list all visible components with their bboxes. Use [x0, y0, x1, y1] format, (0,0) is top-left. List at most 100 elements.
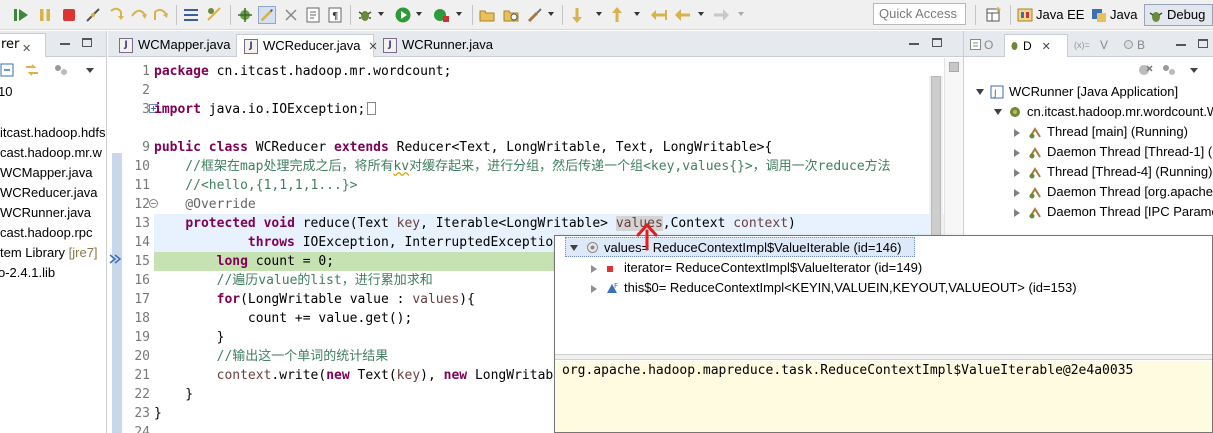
- use-step-filters-icon[interactable]: [206, 6, 224, 24]
- close-icon[interactable]: ✕: [22, 38, 31, 60]
- expand-toggle[interactable]: [1014, 149, 1020, 157]
- run-dropdown-arrow[interactable]: [416, 12, 422, 16]
- expand-toggle[interactable]: [570, 245, 578, 251]
- minimize-icon[interactable]: [1176, 44, 1186, 46]
- forward-dropdown-arrow[interactable]: [738, 12, 744, 16]
- collapse-all-icon[interactable]: [0, 63, 14, 77]
- tab-breakpoints[interactable]: B: [1119, 34, 1159, 57]
- link-with-editor-icon[interactable]: [24, 63, 40, 77]
- code-text: reduce(Text: [294, 216, 397, 231]
- back-icon[interactable]: [674, 6, 692, 24]
- close-icon[interactable]: ✕: [1042, 41, 1051, 53]
- debug-dropdown-arrow[interactable]: [378, 12, 384, 16]
- tab-wcreducer-java[interactable]: J WCReducer.java ✕: [236, 34, 378, 57]
- toggle-mark-occurrences-icon[interactable]: [258, 6, 276, 24]
- terminate-icon[interactable]: [60, 6, 78, 24]
- view-menu-dots-icon[interactable]: [54, 63, 70, 77]
- tree-item-launch[interactable]: J WCRunner [Java Application]: [976, 82, 1178, 102]
- tree-item-thread[interactable]: Thread [main] (Running): [1014, 122, 1188, 142]
- expand-toggle[interactable]: [1014, 209, 1020, 217]
- tree-item-thread[interactable]: Daemon Thread [IPC Parame: [1014, 202, 1213, 222]
- minimize-icon[interactable]: [60, 43, 70, 45]
- forward-icon[interactable]: [712, 6, 730, 24]
- maximize-icon[interactable]: [1198, 39, 1208, 48]
- popup-sash[interactable]: [555, 354, 1212, 360]
- expand-toggle[interactable]: [1014, 189, 1020, 197]
- drop-to-frame-icon[interactable]: [182, 6, 200, 24]
- tab-variables[interactable]: (x)= V: [1070, 34, 1118, 57]
- inspect-detail-pane[interactable]: org.apache.hadoop.mapreduce.task.ReduceC…: [555, 361, 1212, 432]
- next-annotation-icon[interactable]: [568, 6, 586, 24]
- open-perspective-icon[interactable]: [985, 6, 1003, 24]
- external-tools-icon[interactable]: [432, 6, 450, 24]
- tree-item-package[interactable]: itcast.hadoop.hdfs: [0, 123, 106, 143]
- view-menu-arrow[interactable]: [1190, 68, 1198, 73]
- search-brush-icon[interactable]: [526, 6, 544, 24]
- tree-item-thread[interactable]: Daemon Thread [org.apache.h: [1014, 182, 1213, 202]
- variable-row-iterator[interactable]: iterator= ReduceContextImpl$ValueIterato…: [587, 258, 922, 278]
- skip-breakpoints-icon[interactable]: [12, 6, 30, 24]
- tree-item-java-file[interactable]: WCReducer.java: [0, 183, 98, 203]
- tab-wcmapper-java[interactable]: J WCMapper.java: [112, 34, 236, 57]
- folded-code-marker[interactable]: [367, 102, 377, 115]
- search-dropdown-arrow[interactable]: [548, 12, 554, 16]
- next-annotation-dropdown-arrow[interactable]: [596, 12, 602, 16]
- tab-package-explorer[interactable]: rer ✕: [0, 33, 46, 57]
- expand-toggle[interactable]: [591, 265, 597, 273]
- tab-outline[interactable]: O: [966, 34, 1004, 57]
- current-instruction-pointer-icon: [109, 254, 122, 264]
- inspect-popup[interactable]: values= ReduceContextImpl$ValueIterable …: [554, 235, 1213, 433]
- variable-row-this0[interactable]: F this$0= ReduceContextImpl<KEYIN,VALUEI…: [587, 278, 1077, 298]
- expand-toggle[interactable]: [976, 89, 984, 95]
- tree-item-package[interactable]: cast.hadoop.mr.w: [0, 143, 102, 163]
- run-icon[interactable]: [394, 6, 412, 24]
- pilcrow-icon[interactable]: ¶: [326, 6, 344, 24]
- previous-annotation-icon[interactable]: [608, 6, 626, 24]
- minimize-icon[interactable]: [909, 43, 919, 45]
- tree-item-project-version[interactable]: 10: [0, 82, 12, 102]
- step-return-icon[interactable]: [152, 6, 170, 24]
- open-type-icon[interactable]: [502, 6, 520, 24]
- show-whitespace-icon[interactable]: [304, 6, 322, 24]
- quick-access-input[interactable]: Quick Access: [873, 3, 966, 25]
- step-into-icon[interactable]: [108, 6, 126, 24]
- previous-annotation-dropdown-arrow[interactable]: [634, 12, 640, 16]
- suspend-icon[interactable]: [36, 6, 54, 24]
- tree-item-process[interactable]: cn.itcast.hadoop.mr.wordcount.W: [994, 102, 1213, 122]
- annotation-ruler[interactable]: [108, 58, 122, 433]
- open-folder-icon[interactable]: [478, 6, 496, 24]
- maximize-icon[interactable]: [932, 38, 942, 47]
- maximize-icon[interactable]: [82, 38, 92, 47]
- expand-toggle[interactable]: [1014, 169, 1020, 177]
- variable-row-values[interactable]: values= ReduceContextImpl$ValueIterable …: [565, 237, 915, 257]
- perspective-java-ee[interactable]: Java EE: [1014, 4, 1088, 26]
- new-java-package-icon[interactable]: [236, 6, 254, 24]
- view-menu-arrow[interactable]: [86, 68, 94, 73]
- expand-toggle[interactable]: [994, 109, 1002, 115]
- last-edit-location-icon[interactable]: [650, 6, 668, 24]
- detail-text[interactable]: org.apache.hadoop.mapreduce.task.ReduceC…: [562, 361, 1133, 381]
- tree-item-system-library[interactable]: tem Library [jre7]: [0, 243, 98, 263]
- perspective-debug[interactable]: Debug: [1144, 4, 1213, 26]
- view-menu-dots-icon[interactable]: [1162, 63, 1178, 77]
- expand-toggle[interactable]: [591, 285, 597, 293]
- back-dropdown-arrow[interactable]: [698, 12, 704, 16]
- remove-terminated-icon[interactable]: [1138, 63, 1154, 77]
- toggle-block-selection-icon[interactable]: [282, 6, 300, 24]
- debug-icon[interactable]: [356, 6, 374, 24]
- perspective-java[interactable]: Java: [1088, 4, 1141, 26]
- tree-item-package[interactable]: cast.hadoop.rpc: [0, 223, 93, 243]
- tree-item-thread[interactable]: Thread [Thread-4] (Running): [1014, 162, 1212, 182]
- scrollbar-thumb[interactable]: [931, 76, 941, 236]
- tree-item-library[interactable]: o-2.4.1.lib: [0, 263, 55, 283]
- tree-item-java-file[interactable]: WCMapper.java: [0, 163, 92, 183]
- step-over-icon[interactable]: [130, 6, 148, 24]
- tab-debug[interactable]: D ✕: [1004, 34, 1068, 57]
- external-tools-dropdown-arrow[interactable]: [456, 12, 462, 16]
- inspect-variable-tree[interactable]: values= ReduceContextImpl$ValueIterable …: [555, 236, 1212, 354]
- expand-toggle[interactable]: [1014, 129, 1020, 137]
- tree-item-thread[interactable]: Daemon Thread [Thread-1] (R: [1014, 142, 1213, 162]
- tree-item-java-file[interactable]: WCRunner.java: [0, 203, 91, 223]
- tab-wcrunner-java[interactable]: J WCRunner.java: [376, 34, 496, 57]
- disconnect-icon[interactable]: [84, 6, 102, 24]
